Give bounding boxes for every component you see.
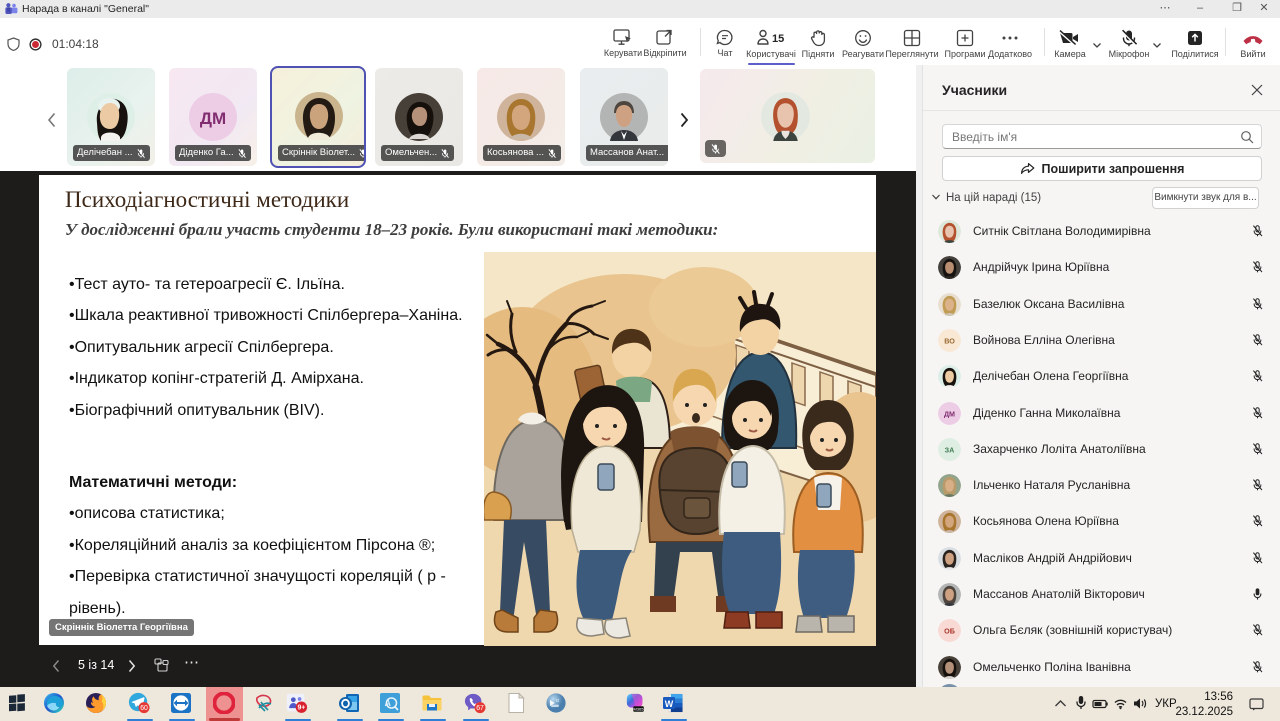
svg-text:M365: M365 bbox=[633, 707, 644, 712]
svg-text:60: 60 bbox=[140, 705, 148, 712]
svg-text:ДМ: ДМ bbox=[200, 109, 226, 128]
svg-text:ВО: ВО bbox=[944, 337, 955, 345]
svg-text:67: 67 bbox=[476, 705, 484, 712]
svg-text:ДМ: ДМ bbox=[944, 410, 955, 418]
svg-text:ОБ: ОБ bbox=[944, 628, 955, 636]
svg-text:W: W bbox=[665, 699, 674, 709]
svg-text:9+: 9+ bbox=[297, 705, 305, 712]
svg-text:15: 15 bbox=[772, 33, 784, 45]
svg-text:ЗА: ЗА bbox=[945, 446, 955, 454]
svg-text:α: α bbox=[556, 698, 559, 704]
